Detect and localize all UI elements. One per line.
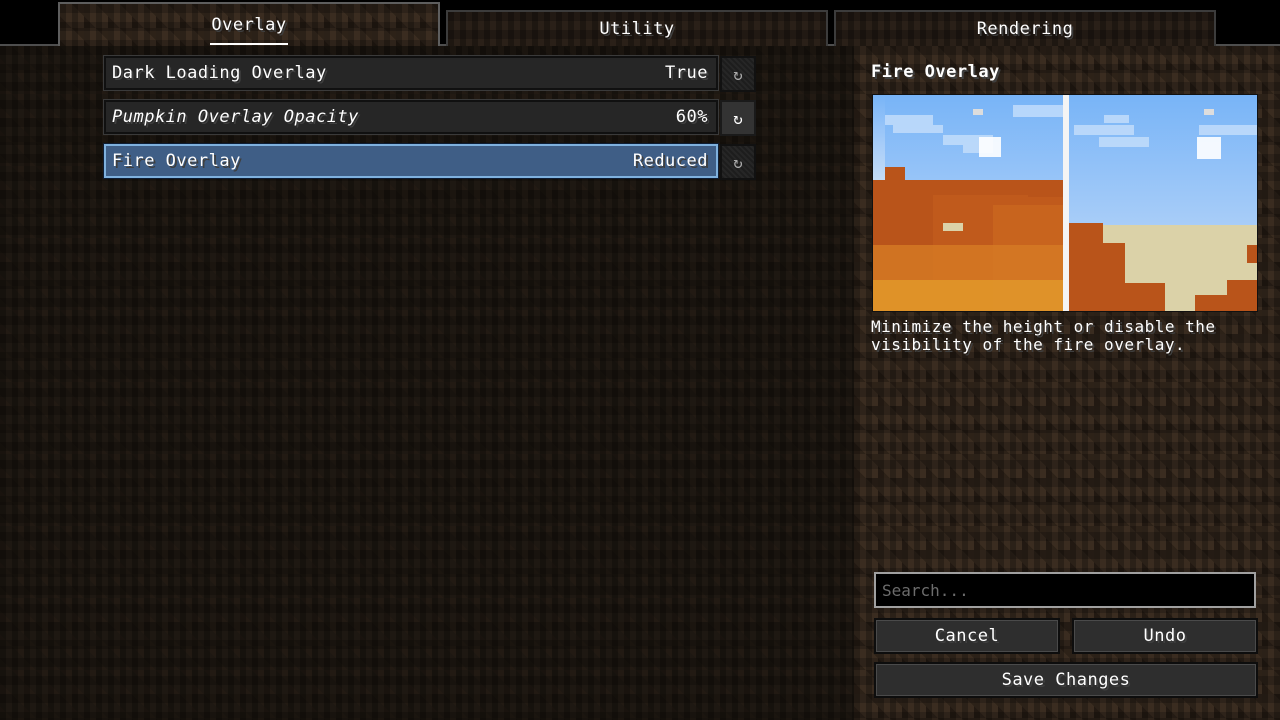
fire-overlay-comparison-image [873,95,1257,311]
option-value: Reduced [632,151,708,171]
description-panel: Fire Overlay Minimize the height or disa… [854,46,1280,720]
tab-rendering-label: Rendering [976,19,1074,39]
option-label: Fire Overlay [112,151,241,171]
option-label: Dark Loading Overlay [112,63,327,83]
tab-utility-label: Utility [599,19,675,39]
undo-button[interactable]: Undo [1072,618,1258,654]
active-tab-indicator [210,43,288,45]
reset-icon: ↻ [733,108,743,128]
reset-icon: ↻ [733,152,743,172]
options-list: Dark Loading Overlay True ↻ Pumpkin Over… [0,46,854,720]
reset-button[interactable]: ↻ [720,144,756,180]
tab-overlay-label: Overlay [211,15,287,35]
tab-utility[interactable]: Utility [446,10,828,46]
option-row-fire-overlay[interactable]: Fire Overlay Reduced [103,143,719,179]
save-changes-button[interactable]: Save Changes [874,662,1258,698]
reset-button[interactable]: ↻ [720,100,756,136]
option-row-dark-loading-overlay[interactable]: Dark Loading Overlay True [103,55,719,91]
description-title: Fire Overlay [871,62,1000,82]
tab-overlay[interactable]: Overlay [58,2,440,48]
preview-image [872,94,1258,312]
reset-icon: ↻ [733,64,743,84]
cancel-button[interactable]: Cancel [874,618,1060,654]
option-row-pumpkin-overlay-opacity[interactable]: Pumpkin Overlay Opacity 60% [103,99,719,135]
option-label: Pumpkin Overlay Opacity [112,107,359,127]
tab-bar: Overlay Utility Rendering [0,0,1280,48]
search-input[interactable] [882,580,1248,600]
preview-divider [1063,95,1069,311]
search-field[interactable] [874,572,1256,608]
reset-button[interactable]: ↻ [720,56,756,92]
option-value: True [665,63,708,83]
description-text: Minimize the height or disable the visib… [871,317,1216,354]
tab-rendering[interactable]: Rendering [834,10,1216,46]
option-value: 60% [675,107,708,127]
